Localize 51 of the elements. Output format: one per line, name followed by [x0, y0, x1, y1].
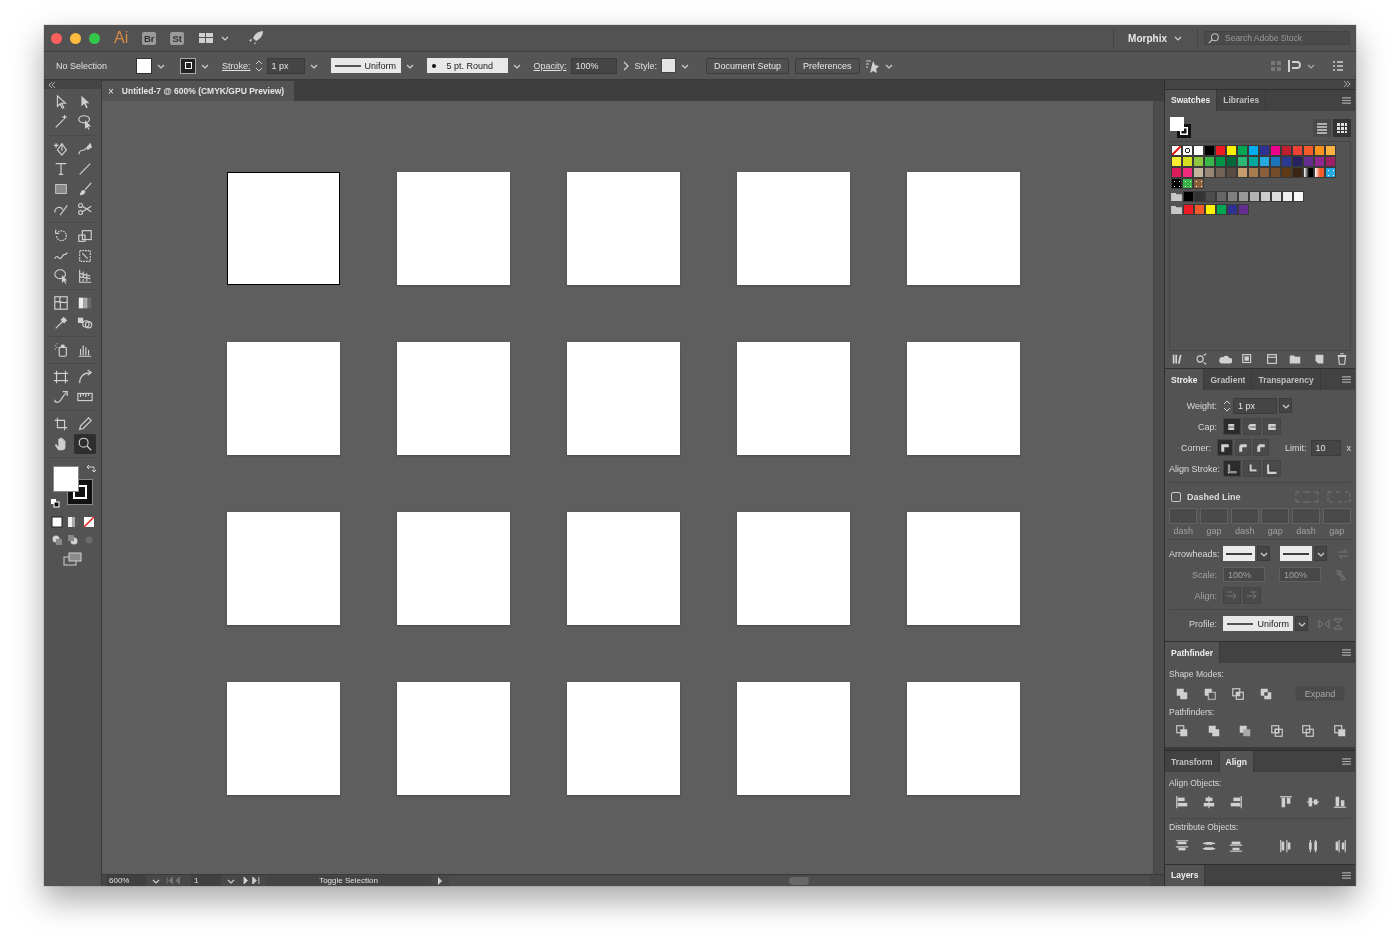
dash-label: gap — [1206, 526, 1222, 537]
weight-field[interactable]: 1 px — [1233, 397, 1277, 414]
profile-label: Profile: — [1188, 618, 1218, 629]
profile-dropdown[interactable]: Uniform — [330, 58, 401, 73]
stock-search-field[interactable]: Search Adobe Stock — [1204, 31, 1350, 45]
stroke-weight-field[interactable]: 1 px — [266, 57, 305, 74]
zoom-level-field[interactable]: 600% — [106, 875, 146, 886]
brush-dropdown[interactable]: 5 pt. Round — [426, 58, 508, 73]
dash-label: gap — [1267, 526, 1283, 537]
arrowheads-label: Arrowheads: — [1169, 548, 1221, 559]
corner-label: Corner: — [1179, 442, 1212, 453]
weight-label: Weight: — [1185, 400, 1218, 411]
panel-tab[interactable]: Pathfinder — [1165, 642, 1221, 664]
opacity-link[interactable]: Opacity: — [533, 60, 567, 71]
dash-label: dash — [1234, 526, 1255, 537]
document-tab[interactable]: × Untitled-7 @ 600% (CMYK/GPU Preview) — [102, 81, 295, 101]
panel-tab[interactable]: Libraries — [1217, 89, 1267, 111]
scale-label: Scale: — [1191, 569, 1218, 580]
section-label: Shape Modes: — [1169, 669, 1225, 682]
toolbar-button[interactable]: Preferences — [795, 57, 860, 74]
profile-dropdown[interactable]: Uniform — [1223, 616, 1293, 632]
status-text: Toggle Selection — [266, 876, 431, 885]
panel-tab[interactable]: Stroke — [1165, 369, 1205, 391]
dash-label: gap — [1329, 526, 1345, 537]
limit-label: Limit: — [1285, 442, 1307, 453]
panel-tab[interactable]: Align — [1219, 751, 1254, 773]
stroke-link[interactable]: Stroke: — [222, 60, 251, 71]
panel-tab[interactable]: Layers — [1165, 865, 1206, 886]
section-label: Pathfinders: — [1169, 707, 1216, 720]
dashed-line-label: Dashed Line — [1187, 492, 1241, 503]
workspace-switcher[interactable]: Morphix — [1120, 32, 1191, 44]
align-stroke-label: Align Stroke: — [1169, 463, 1221, 474]
panel-tab[interactable]: Swatches — [1165, 89, 1218, 111]
app-button[interactable]: St — [170, 31, 185, 45]
section-label: Align Objects: — [1169, 778, 1223, 791]
app-logo: Ai — [114, 29, 129, 47]
close-tab-button[interactable]: × — [108, 85, 114, 97]
limit-field[interactable]: 10 — [1310, 439, 1341, 456]
selection-status: No Selection — [56, 60, 109, 71]
toolbar-button[interactable]: Document Setup — [706, 57, 790, 74]
style-label: Style: — [634, 60, 658, 71]
app-button[interactable]: Br — [142, 31, 157, 45]
artboard-number-field[interactable]: 1 — [191, 875, 221, 886]
align-label: Align: — [1193, 590, 1218, 601]
dash-label: dash — [1173, 526, 1194, 537]
opacity-field[interactable]: 100% — [570, 57, 617, 74]
dash-label: dash — [1296, 526, 1316, 537]
section-label: Distribute Objects: — [1169, 822, 1240, 835]
limit-unit: x — [1346, 442, 1351, 453]
cap-label: Cap: — [1197, 421, 1218, 432]
document-title: Untitled-7 @ 600% (CMYK/GPU Preview) — [121, 86, 285, 96]
